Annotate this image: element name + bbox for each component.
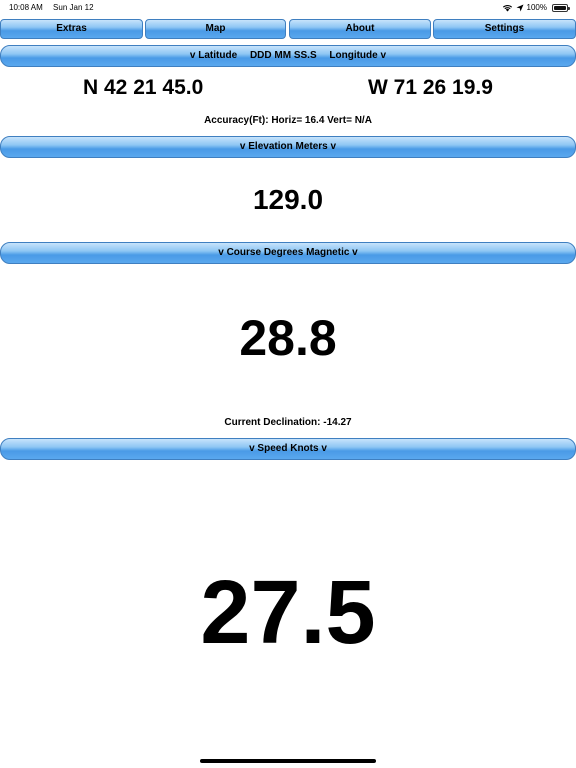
latitude-value: N 42 21 45.0 [83, 76, 204, 99]
latitude-selector-label: v Latitude [189, 50, 238, 61]
wifi-icon [502, 5, 512, 12]
course-value: 28.8 [239, 310, 337, 366]
longitude-value: W 71 26 19.9 [368, 76, 493, 99]
speed-bar[interactable]: v Speed Knots v [0, 438, 576, 460]
extras-button[interactable]: Extras [0, 19, 143, 39]
status-right: 100% [502, 0, 570, 16]
gps-screen: 10:08 AM Sun Jan 12 100% Extras Map Abou… [0, 0, 576, 768]
status-left: 10:08 AM Sun Jan 12 [9, 0, 102, 16]
top-menu: Extras Map About Settings [0, 19, 576, 39]
battery-level [554, 6, 566, 10]
location-arrow-icon [516, 4, 524, 12]
speed-value: 27.5 [200, 563, 376, 663]
status-bar: 10:08 AM Sun Jan 12 100% [0, 0, 576, 16]
longitude-selector-label: Longitude v [329, 50, 387, 61]
course-bar[interactable]: v Course Degrees Magnetic v [0, 242, 576, 264]
battery-icon [552, 4, 570, 12]
about-button[interactable]: About [289, 19, 431, 39]
position-format-bar[interactable]: v Latitude DDD MM SS.S Longitude v [0, 45, 576, 67]
settings-button[interactable]: Settings [433, 19, 576, 39]
elevation-value: 129.0 [252, 184, 324, 215]
elevation-bar[interactable]: v Elevation Meters v [0, 136, 576, 158]
coordinate-format-label: DDD MM SS.S [249, 50, 317, 61]
status-time: 10:08 AM [9, 3, 43, 12]
map-button[interactable]: Map [145, 19, 286, 39]
status-date: Sun Jan 12 [53, 3, 94, 12]
battery-percent: 100% [526, 3, 547, 12]
accuracy-text: Accuracy(Ft): Horiz= 16.4 Vert= N/A [204, 115, 372, 126]
home-indicator[interactable] [200, 759, 376, 763]
declination-text: Current Declination: -14.27 [224, 417, 352, 428]
